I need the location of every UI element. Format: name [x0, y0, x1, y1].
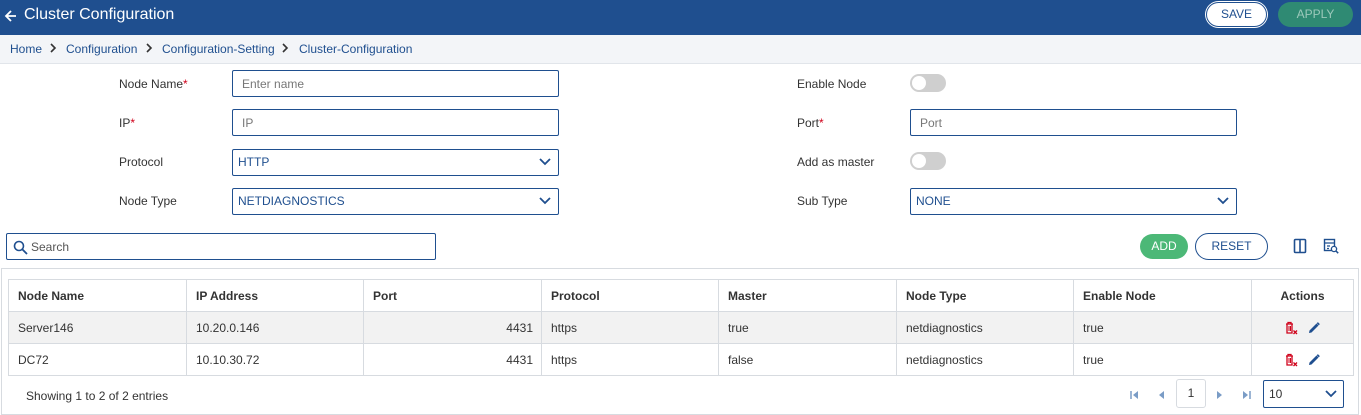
- port-label: Port*: [797, 116, 824, 130]
- column-header-ip-address[interactable]: IP Address: [186, 279, 364, 312]
- column-header-node-type[interactable]: Node Type: [896, 279, 1074, 312]
- cluster-table-panel: Node Name IP Address Port Protocol Maste…: [1, 268, 1359, 415]
- cell-enable-node: true: [1073, 343, 1252, 376]
- top-bar: Cluster Configuration SAVE APPLY: [0, 0, 1361, 35]
- breadcrumb-home[interactable]: Home: [10, 42, 42, 56]
- cell-ip-address: 10.20.0.146: [186, 311, 364, 344]
- breadcrumb-cluster-configuration[interactable]: Cluster-Configuration: [299, 42, 412, 56]
- table-header-row: Node Name IP Address Port Protocol Maste…: [8, 279, 1354, 312]
- cluster-table: Node Name IP Address Port Protocol Maste…: [8, 279, 1354, 376]
- cell-node-name: DC72: [8, 343, 187, 376]
- cell-protocol: https: [541, 311, 719, 344]
- search-input[interactable]: [31, 235, 431, 258]
- column-header-node-name[interactable]: Node Name: [8, 279, 187, 312]
- node-type-select[interactable]: NETDIAGNOSTICS: [232, 188, 559, 215]
- cell-actions: [1251, 311, 1354, 344]
- table-search-icon[interactable]: [1323, 238, 1339, 254]
- column-header-master[interactable]: Master: [718, 279, 897, 312]
- columns-icon[interactable]: [1292, 238, 1308, 254]
- breadcrumb-configuration-setting[interactable]: Configuration-Setting: [162, 42, 275, 56]
- column-header-port[interactable]: Port: [363, 279, 542, 312]
- sub-type-label: Sub Type: [797, 194, 848, 208]
- table-row[interactable]: Server146 10.20.0.146 4431 https true ne…: [8, 311, 1354, 344]
- previous-page-icon[interactable]: [1156, 389, 1168, 401]
- sub-type-value: NONE: [916, 194, 951, 208]
- protocol-value: HTTP: [238, 155, 270, 169]
- page-size-value: 10: [1269, 387, 1283, 401]
- chevron-down-icon: [539, 158, 551, 166]
- chevron-down-icon: [1217, 197, 1229, 205]
- cell-enable-node: true: [1073, 311, 1252, 344]
- cell-ip-address: 10.10.30.72: [186, 343, 364, 376]
- search-icon: [13, 240, 28, 255]
- column-header-enable-node[interactable]: Enable Node: [1073, 279, 1252, 312]
- chevron-right-icon: [49, 41, 57, 55]
- cell-master: true: [718, 311, 897, 344]
- edit-icon[interactable]: [1307, 321, 1321, 335]
- protocol-select[interactable]: HTTP: [232, 149, 559, 176]
- chevron-right-icon: [281, 41, 289, 55]
- sub-type-select[interactable]: NONE: [910, 188, 1237, 215]
- cell-master: false: [718, 343, 897, 376]
- cell-node-type: netdiagnostics: [896, 311, 1074, 344]
- add-button[interactable]: ADD: [1140, 234, 1188, 259]
- page-title: Cluster Configuration: [24, 6, 175, 23]
- cell-node-name: Server146: [8, 311, 187, 344]
- current-page[interactable]: 1: [1176, 379, 1206, 408]
- chevron-right-icon: [145, 41, 153, 55]
- toggle-knob: [912, 154, 926, 168]
- node-name-input[interactable]: [232, 70, 559, 97]
- cell-protocol: https: [541, 343, 719, 376]
- next-page-icon[interactable]: [1213, 389, 1225, 401]
- entries-info: Showing 1 to 2 of 2 entries: [26, 389, 169, 403]
- toggle-knob: [912, 76, 926, 90]
- add-as-master-label: Add as master: [797, 155, 875, 169]
- edit-icon[interactable]: [1307, 353, 1321, 367]
- ip-label: IP*: [119, 116, 136, 130]
- column-header-actions: Actions: [1251, 279, 1354, 312]
- breadcrumb: Home Configuration Configuration-Setting…: [0, 35, 1361, 64]
- breadcrumb-configuration[interactable]: Configuration: [66, 42, 137, 56]
- enable-node-label: Enable Node: [797, 77, 867, 91]
- node-type-value: NETDIAGNOSTICS: [238, 194, 345, 208]
- first-page-icon[interactable]: [1129, 389, 1141, 401]
- cell-actions: [1251, 343, 1354, 376]
- back-arrow-icon[interactable]: [4, 7, 20, 25]
- ip-input[interactable]: [232, 109, 559, 136]
- delete-icon[interactable]: [1284, 321, 1298, 335]
- last-page-icon[interactable]: [1240, 389, 1252, 401]
- add-as-master-toggle[interactable]: [910, 152, 946, 170]
- chevron-down-icon: [539, 197, 551, 205]
- page-size-select[interactable]: 10: [1263, 380, 1344, 408]
- apply-button[interactable]: APPLY: [1278, 2, 1353, 27]
- protocol-label: Protocol: [119, 155, 164, 169]
- node-type-label: Node Type: [119, 194, 177, 208]
- cell-node-type: netdiagnostics: [896, 343, 1074, 376]
- search-box: [6, 233, 436, 260]
- delete-icon[interactable]: [1284, 353, 1298, 367]
- enable-node-toggle[interactable]: [910, 74, 946, 92]
- node-name-label: Node Name*: [119, 77, 188, 91]
- cell-port: 4431: [363, 311, 542, 344]
- column-header-protocol[interactable]: Protocol: [541, 279, 719, 312]
- chevron-down-icon: [1325, 390, 1337, 398]
- table-row[interactable]: DC72 10.10.30.72 4431 https false netdia…: [8, 343, 1354, 376]
- cell-port: 4431: [363, 343, 542, 376]
- reset-button[interactable]: RESET: [1195, 233, 1268, 260]
- save-button[interactable]: SAVE: [1206, 2, 1267, 27]
- port-input[interactable]: [910, 109, 1237, 136]
